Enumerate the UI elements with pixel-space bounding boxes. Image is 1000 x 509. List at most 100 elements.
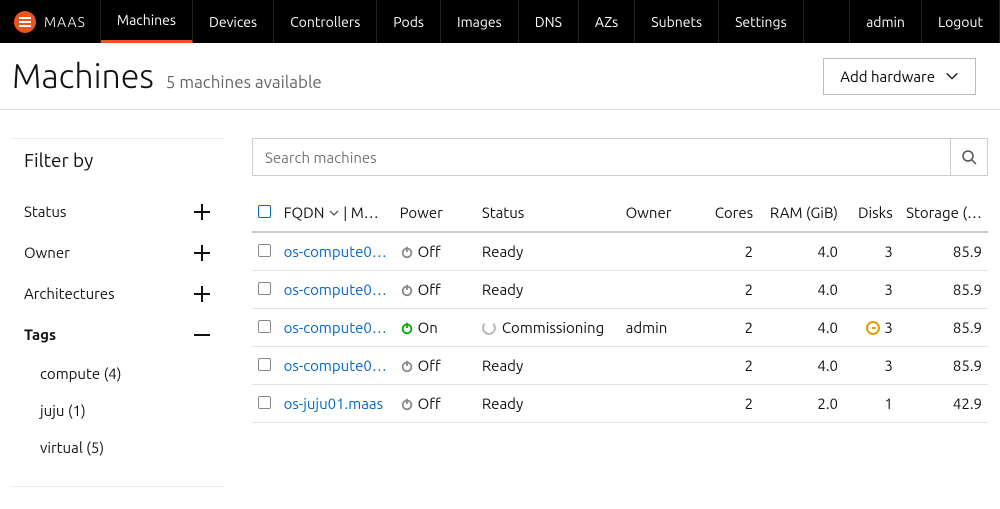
col-header[interactable]: Cores [703, 194, 759, 232]
col-header[interactable]: Storage (… [899, 194, 988, 232]
filter-label: Tags [24, 326, 56, 343]
machines-table: FQDN | M…PowerStatusOwnerCoresRAM (GiB)D… [252, 194, 988, 423]
storage-cell: 85.9 [899, 309, 988, 347]
nav-subnets[interactable]: Subnets [635, 0, 719, 43]
nav-dns[interactable]: DNS [519, 0, 579, 43]
nav-pods[interactable]: Pods [377, 0, 441, 43]
storage-cell: 42.9 [899, 385, 988, 423]
nav-controllers[interactable]: Controllers [274, 0, 377, 43]
row-checkbox[interactable] [258, 244, 271, 257]
plus-icon [194, 286, 210, 302]
nav-settings[interactable]: Settings [719, 0, 804, 43]
fqdn-link[interactable]: os-compute0… [278, 347, 394, 385]
page-subtitle: 5 machines available [166, 73, 322, 92]
brand-text: MAAS [44, 14, 86, 30]
disks-cell: 3 [844, 309, 899, 347]
status-cell: Ready [476, 385, 620, 423]
add-hardware-button[interactable]: Add hardware [823, 58, 976, 95]
cores-cell: 2 [703, 309, 759, 347]
main-content: FQDN | M…PowerStatusOwnerCoresRAM (GiB)D… [252, 138, 1000, 487]
col-header[interactable] [252, 194, 278, 232]
minus-icon [194, 327, 210, 343]
storage-cell: 85.9 [899, 232, 988, 271]
power-icon [400, 321, 414, 335]
page-title: Machines [12, 57, 154, 95]
owner-cell: admin [620, 309, 703, 347]
filter-tags[interactable]: Tags [24, 314, 210, 355]
status-cell: Ready [476, 271, 620, 309]
row-checkbox[interactable] [258, 282, 271, 295]
top-nav: MAAS MachinesDevicesControllersPodsImage… [0, 0, 1000, 43]
fqdn-link[interactable]: os-compute0… [278, 232, 394, 271]
search-button[interactable] [950, 138, 988, 176]
owner-cell [620, 271, 703, 309]
filter-label: Owner [24, 244, 70, 261]
nav-machines[interactable]: Machines [101, 0, 193, 43]
nav-devices[interactable]: Devices [193, 0, 274, 43]
power-icon [400, 397, 414, 411]
col-header[interactable]: RAM (GiB) [759, 194, 844, 232]
plus-icon [194, 204, 210, 220]
col-header[interactable]: Owner [620, 194, 703, 232]
disks-cell: 3 [844, 347, 899, 385]
filter-status[interactable]: Status [24, 191, 210, 232]
hamburger-icon [14, 11, 36, 33]
tag-item[interactable]: virtual (5) [24, 429, 210, 466]
row-checkbox[interactable] [258, 358, 271, 371]
ram-cell: 4.0 [759, 347, 844, 385]
nav-logout[interactable]: Logout [922, 0, 1000, 43]
chevron-down-icon [945, 69, 959, 83]
cores-cell: 2 [703, 347, 759, 385]
ram-cell: 4.0 [759, 309, 844, 347]
ram-cell: 2.0 [759, 385, 844, 423]
table-row: os-juju01.maasOffReady22.0142.9 [252, 385, 988, 423]
storage-cell: 85.9 [899, 271, 988, 309]
filter-label: Architectures [24, 285, 115, 302]
power-cell: Off [394, 385, 476, 423]
table-row: os-compute0…OnCommissioningadmin24.0385.… [252, 309, 988, 347]
search-icon [961, 149, 977, 165]
storage-cell: 85.9 [899, 347, 988, 385]
disks-cell: 3 [844, 232, 899, 271]
ram-cell: 4.0 [759, 232, 844, 271]
tag-item[interactable]: juju (1) [24, 392, 210, 429]
select-all-checkbox[interactable] [258, 205, 271, 218]
ram-cell: 4.0 [759, 271, 844, 309]
col-header[interactable]: Power [394, 194, 476, 232]
disks-cell: 3 [844, 271, 899, 309]
filter-owner[interactable]: Owner [24, 232, 210, 273]
status-cell: Ready [476, 347, 620, 385]
fqdn-link[interactable]: os-compute0… [278, 271, 394, 309]
fqdn-link[interactable]: os-compute0… [278, 309, 394, 347]
cores-cell: 2 [703, 271, 759, 309]
col-header[interactable]: Disks [844, 194, 899, 232]
row-checkbox[interactable] [258, 320, 271, 333]
tag-item[interactable]: compute (4) [24, 355, 210, 392]
power-icon [400, 283, 414, 297]
warning-icon [866, 321, 880, 335]
nav-images[interactable]: Images [441, 0, 519, 43]
nav-azs[interactable]: AZs [579, 0, 635, 43]
search-input[interactable] [252, 138, 950, 176]
nav-admin[interactable]: admin [850, 0, 922, 43]
col-header[interactable]: FQDN | M… [278, 194, 394, 232]
brand-logo[interactable]: MAAS [0, 0, 101, 43]
owner-cell [620, 232, 703, 271]
table-row: os-compute0…OffReady 24.0385.9 [252, 271, 988, 309]
spinner-icon [482, 321, 496, 335]
power-cell: Off [394, 232, 476, 271]
filter-architectures[interactable]: Architectures [24, 273, 210, 314]
status-cell: Ready [476, 232, 620, 271]
row-checkbox[interactable] [258, 396, 271, 409]
filter-sidebar: Filter by StatusOwnerArchitecturesTagsco… [10, 138, 224, 487]
owner-cell [620, 385, 703, 423]
sort-icon [328, 207, 340, 219]
filter-label: Status [24, 203, 66, 220]
table-row: os-compute0…OffReady24.0385.9 [252, 347, 988, 385]
col-header[interactable]: Status [476, 194, 620, 232]
power-icon [400, 245, 414, 259]
power-cell: Off [394, 271, 476, 309]
fqdn-link[interactable]: os-juju01.maas [278, 385, 394, 423]
plus-icon [194, 245, 210, 261]
cores-cell: 2 [703, 385, 759, 423]
